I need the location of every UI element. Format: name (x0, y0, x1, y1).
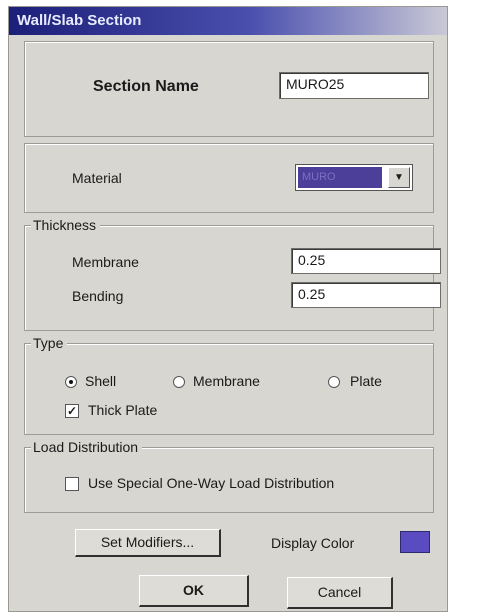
plate-radio-label[interactable]: Plate (350, 373, 382, 389)
membrane-radio-label[interactable]: Membrane (193, 373, 260, 389)
display-color-label: Display Color (271, 535, 355, 551)
cancel-button[interactable]: Cancel (287, 577, 393, 609)
title-bar[interactable]: Wall/Slab Section (9, 7, 447, 35)
type-group-label: Type (31, 335, 68, 351)
material-select[interactable]: MURO ▼ (295, 164, 413, 191)
material-selected-value: MURO (298, 167, 382, 188)
special-one-way-label[interactable]: Use Special One-Way Load Distribution (88, 475, 334, 491)
checkmark-icon: ✓ (66, 404, 78, 418)
section-name-label: Section Name (93, 78, 199, 95)
membrane-radio[interactable] (173, 376, 185, 388)
membrane-label: Membrane (72, 254, 139, 270)
set-modifiers-button[interactable]: Set Modifiers... (75, 529, 221, 557)
ok-button[interactable]: OK (139, 575, 249, 607)
thickness-group-label: Thickness (31, 217, 101, 233)
shell-radio[interactable] (65, 376, 77, 388)
type-group: Type Shell Membrane Plate ✓ Thick Plate (24, 335, 434, 435)
section-name-input[interactable]: MURO25 (279, 72, 429, 99)
shell-radio-label[interactable]: Shell (85, 373, 116, 389)
thickness-group: Thickness Membrane 0.25 Bending 0.25 (24, 217, 441, 331)
display-color-swatch[interactable] (400, 531, 430, 553)
bending-label: Bending (72, 288, 124, 304)
membrane-thickness-input[interactable]: 0.25 (291, 248, 441, 274)
plate-radio[interactable] (328, 376, 340, 388)
material-group: Material MURO ▼ (24, 143, 434, 213)
thick-plate-checkbox[interactable]: ✓ (65, 404, 79, 418)
load-distribution-group: Load Distribution Use Special One-Way Lo… (24, 439, 434, 513)
section-name-group: Section Name MURO25 (24, 41, 434, 137)
thick-plate-label[interactable]: Thick Plate (88, 402, 157, 418)
material-label: Material (72, 170, 122, 186)
load-distribution-group-label: Load Distribution (31, 439, 143, 455)
wall-slab-section-dialog: Wall/Slab Section Section Name MURO25 Ma… (8, 6, 448, 612)
bending-thickness-input[interactable]: 0.25 (291, 282, 441, 308)
chevron-down-icon[interactable]: ▼ (388, 167, 410, 188)
special-one-way-checkbox[interactable] (65, 477, 79, 491)
window-title: Wall/Slab Section (17, 12, 142, 29)
